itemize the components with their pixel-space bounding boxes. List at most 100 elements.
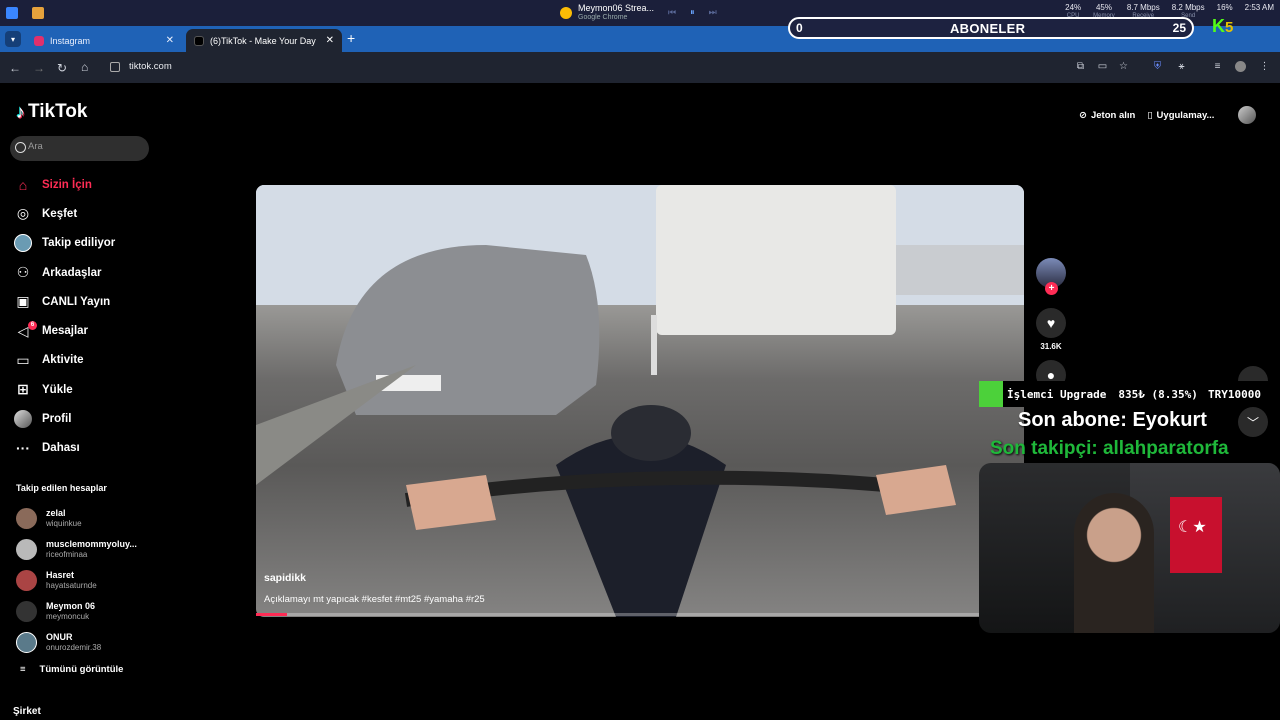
taskbar-folder-icon[interactable]: [32, 7, 44, 19]
sidebar-item-more[interactable]: ··· Dahası: [14, 434, 154, 463]
sidebar-item-explore[interactable]: ◎ Keşfet: [14, 199, 154, 228]
tab-tiktok[interactable]: (6)TikTok - Make Your Day ✕: [186, 29, 342, 52]
close-tab-icon[interactable]: ✕: [326, 35, 334, 46]
ticker-price: 835₺ (8.35%): [1118, 387, 1198, 401]
tiktok-note-icon: ♪: [16, 101, 25, 122]
sidebar-item-messages[interactable]: ◁ Mesajlar 6: [14, 316, 154, 345]
next-video-icon[interactable]: ﹀: [1238, 407, 1268, 437]
video-frame: [256, 185, 1024, 617]
subscriber-goal-bar: 0 ABONELER 25: [788, 17, 1194, 39]
profile-avatar-icon[interactable]: [1235, 61, 1246, 72]
like-button[interactable]: ♥ 31.6K: [1036, 308, 1066, 351]
media-widget[interactable]: Meymon06 Strea... Google Chrome ⏮ ⏸ ⏭: [560, 3, 717, 22]
kick-logo: K5: [1212, 16, 1234, 36]
back-icon[interactable]: ←: [9, 61, 21, 75]
translate-icon[interactable]: ⧉: [1075, 61, 1086, 72]
sidebar-nav: ⌂ Sizin İçin ◎ Keşfet Takip ediliyor ⚇ Arka…: [14, 170, 154, 463]
media-title: Meymon06 Strea...: [578, 3, 655, 13]
site-info-icon[interactable]: [110, 62, 120, 72]
forward-icon[interactable]: →: [33, 61, 45, 75]
left-hand: [406, 475, 496, 530]
reading-list-icon[interactable]: ≡: [1212, 61, 1223, 72]
sidebar-item-friends[interactable]: ⚇ Arkadaşlar: [14, 258, 154, 287]
sidebar-item-live[interactable]: ▣ CANLI Yayın: [14, 287, 154, 316]
list-item[interactable]: ONUR onurozdemir.38: [16, 627, 156, 658]
home-button-icon[interactable]: ⌂: [81, 60, 88, 74]
search-box[interactable]: [10, 136, 149, 161]
clock[interactable]: 2:53 AM: [1245, 3, 1274, 21]
taskbar-app-icon[interactable]: [6, 7, 18, 19]
browser-menu-icon[interactable]: ⋮: [1259, 61, 1270, 72]
get-coins-button[interactable]: ⊘ Jeton alın: [1067, 110, 1135, 121]
video-progress-bar[interactable]: [256, 613, 1024, 616]
sidebar-item-following[interactable]: Takip ediliyor: [14, 229, 154, 258]
home-icon: ⌂: [18, 176, 28, 193]
donation-ticker: İşlemci Upgrade 835₺ (8.35%) TRY10000: [979, 381, 1269, 407]
tiktok-logo[interactable]: ♪ TikTok: [16, 101, 87, 123]
pause-icon[interactable]: ⏸: [690, 7, 695, 18]
compass-icon: ◎: [16, 205, 30, 222]
webcam-overlay: [979, 463, 1280, 633]
tiktok-favicon-icon: [194, 35, 204, 46]
sidebar-item-for-you[interactable]: ⌂ Sizin İçin: [14, 170, 154, 199]
close-tab-icon[interactable]: ✕: [166, 35, 174, 46]
list-item[interactable]: Hasret hayatsaturnde: [16, 565, 156, 596]
address-bar[interactable]: tiktok.com: [104, 57, 1144, 77]
subs-goal: 25: [1172, 21, 1186, 35]
avatar: [16, 539, 37, 560]
following-list: zelal wiquinkue musclemommyoluy... riceofm…: [16, 503, 156, 658]
list-item[interactable]: zelal wiquinkue: [16, 503, 156, 534]
messages-badge: 6: [28, 321, 37, 331]
avatar: [16, 570, 37, 591]
list-icon: ≡: [20, 664, 26, 675]
video-author[interactable]: sapidikk: [264, 572, 485, 584]
tab-instagram[interactable]: Instagram ✕: [26, 29, 182, 52]
company-link[interactable]: Şirket: [13, 706, 41, 717]
following-avatar-icon: [14, 234, 32, 253]
bus-shape: [656, 185, 896, 335]
avatar: [16, 601, 37, 622]
streamer: [1074, 493, 1154, 633]
extension-shield-icon[interactable]: ⛨: [1152, 61, 1163, 72]
friends-icon: ⚇: [16, 264, 30, 281]
live-icon: ▣: [16, 293, 30, 310]
get-app-button[interactable]: ▯ Uygulamay...: [1135, 110, 1214, 121]
see-all-link[interactable]: ≡ Tümünü görüntüle: [20, 664, 123, 675]
turkish-flag: [1170, 497, 1222, 573]
previous-track-icon[interactable]: ⏮: [668, 7, 676, 18]
ticker-label: İşlemci Upgrade: [1007, 387, 1107, 401]
new-tab-icon[interactable]: +: [347, 30, 355, 46]
ticker-accent: [979, 381, 1003, 407]
subs-title: ABONELER: [949, 20, 1026, 36]
activity-icon: ▭: [16, 351, 30, 368]
upload-icon: ⊞: [17, 381, 29, 398]
sidebar-item-upload[interactable]: ⊞ Yükle: [14, 375, 154, 404]
right-hand: [876, 465, 956, 515]
more-icon: ···: [16, 440, 30, 457]
list-item[interactable]: Meymon 06 meymoncuk: [16, 596, 156, 627]
bookmark-star-icon[interactable]: ☆: [1118, 61, 1129, 72]
user-avatar[interactable]: [1238, 106, 1256, 124]
ticker-symbol: TRY10000: [1208, 387, 1261, 401]
creator-avatar[interactable]: +: [1036, 258, 1066, 295]
like-count: 31.6K: [1040, 342, 1062, 351]
phone-icon: ▯: [1147, 109, 1153, 121]
header-actions: ⊘ Jeton alın ▯ Uygulamay...: [1067, 100, 1262, 130]
sidebar-item-activity[interactable]: ▭ Aktivite: [14, 346, 154, 375]
list-item[interactable]: musclemommyoluy... riceofminaa: [16, 534, 156, 565]
profile-avatar-icon: [14, 410, 32, 429]
url-text: tiktok.com: [129, 61, 172, 72]
follow-plus-icon[interactable]: +: [1045, 282, 1058, 295]
search-input[interactable]: [28, 141, 138, 152]
cast-icon[interactable]: ▭: [1097, 61, 1108, 72]
chrome-icon: [560, 6, 572, 19]
tab-search-chevron-icon[interactable]: ▾: [5, 31, 21, 47]
heart-icon: ♥: [1036, 308, 1066, 338]
video-player[interactable]: [256, 185, 1024, 617]
extensions-puzzle-icon[interactable]: ⚹: [1176, 61, 1187, 72]
reload-icon[interactable]: ↻: [57, 61, 67, 75]
following-accounts-title: Takip edilen hesaplar: [16, 483, 107, 493]
sidebar-item-profile[interactable]: Profil: [14, 404, 154, 433]
next-track-icon[interactable]: ⏭: [709, 7, 717, 18]
avatar: [16, 632, 37, 653]
